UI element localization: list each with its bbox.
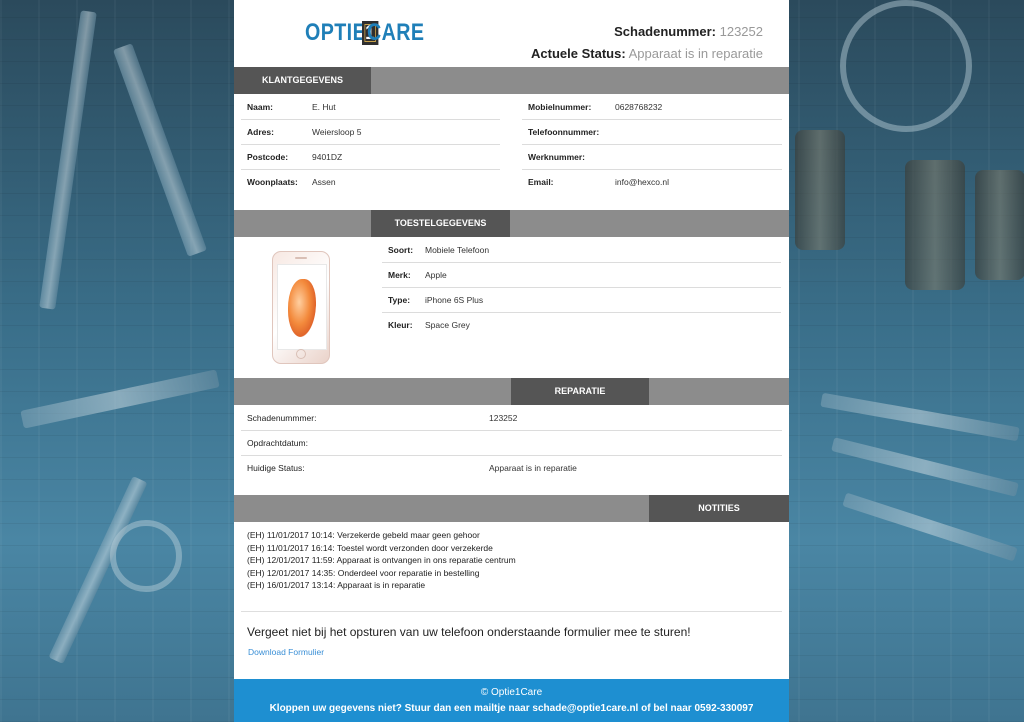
field-label: Email: (528, 176, 554, 187)
field-label: Kleur: (388, 319, 413, 330)
field-label: Mobielnummer: (528, 101, 592, 112)
field-label: Werknummer: (528, 151, 585, 162)
note-item: (EH) 12/01/2017 11:59: Apparaat is ontva… (247, 555, 516, 566)
field-label: Huidige Status: (247, 462, 305, 473)
notes-list: (EH) 11/01/2017 10:14: Verzekerde gebeld… (247, 529, 516, 592)
device-row-color: Kleur: Space Grey (382, 312, 781, 337)
field-value: iPhone 6S Plus (425, 294, 484, 305)
chisel-handle-shape (905, 160, 965, 290)
section-title-toestelgegevens: TOESTELGEGEVENS (371, 210, 510, 237)
device-image (272, 251, 330, 364)
field-value: info@hexco.nl (615, 176, 669, 187)
chisel-handle-shape (795, 130, 845, 250)
device-camera (295, 257, 307, 259)
form-reminder-text: Vergeet niet bij het opsturen van uw tel… (247, 625, 691, 639)
damage-number-label: Schadenummer: (614, 24, 716, 39)
field-value: 0628768232 (615, 101, 663, 112)
allen-key-shape (820, 392, 1020, 442)
footer-contact-middle: of bel naar (641, 703, 692, 714)
current-status-value: Apparaat is in reparatie (628, 46, 763, 61)
field-label: Schadenummmer: (247, 412, 317, 423)
optie1care-logo: OPTIE 1 CARE (305, 18, 437, 48)
section-bar-notities: NOTITIES (234, 495, 789, 522)
footer-copyright: © Optie1Care (480, 687, 543, 698)
damage-number-line: Schadenummer: 123252 (531, 21, 763, 43)
note-item: (EH) 16/01/2017 13:14: Apparaat is in re… (247, 580, 426, 591)
repair-row-current-status: Huidige Status: Apparaat is in reparatie (241, 455, 782, 480)
footer-contact-line: Kloppen uw gegevens niet? Stuur dan een … (234, 703, 789, 714)
field-value: Space Grey (425, 319, 470, 330)
field-label: Woonplaats: (247, 176, 298, 187)
field-label: Naam: (247, 101, 273, 112)
info-row-address: Adres: Weiersloop 5 (241, 119, 500, 145)
divider (241, 611, 782, 612)
device-screen (277, 264, 327, 350)
footer: © Optie1Care Kloppen uw gegevens niet? S… (234, 679, 789, 722)
field-label: Adres: (247, 126, 274, 137)
info-row-phone: Telefoonnummer: (522, 119, 782, 145)
square-ruler-shape (20, 369, 220, 429)
header-summary: Schadenummer: 123252 Actuele Status: App… (531, 21, 763, 65)
info-row-postcode: Postcode: 9401DZ (241, 144, 500, 170)
note-item: (EH) 11/01/2017 16:14: Toestel wordt ver… (247, 542, 493, 553)
field-label: Type: (388, 294, 411, 305)
field-value: Mobiele Telefoon (425, 244, 490, 255)
allen-key-shape (831, 437, 1019, 497)
wheel-shape (840, 0, 972, 132)
download-form-link[interactable]: Download Formulier (248, 647, 324, 657)
field-value: E. Hut (312, 101, 336, 112)
repair-row-damage-number: Schadenummmer: 123252 (241, 405, 782, 431)
device-row-kind: Soort: Mobiele Telefoon (382, 237, 781, 263)
section-title-reparatie: REPARATIE (511, 378, 649, 405)
field-value: 123252 (489, 412, 518, 423)
field-value: Apparaat is in reparatie (489, 462, 577, 473)
damage-report-panel: OPTIE 1 CARE Schadenummer: 123252 Actuel… (234, 0, 789, 722)
field-label: Postcode: (247, 151, 289, 162)
section-bar-klantgegevens: KLANTGEGEVENS (234, 67, 789, 94)
info-row-name: Naam: E. Hut (241, 94, 500, 120)
footer-phone-number: 0592-330097 (694, 703, 754, 714)
repair-row-order-date: Opdrachtdatum: (241, 430, 782, 456)
field-label: Opdrachtdatum: (247, 437, 308, 448)
current-status-line: Actuele Status: Apparaat is in reparatie (531, 43, 763, 65)
field-label: Telefoonnummer: (528, 126, 600, 137)
logo-text-right: CARE (367, 19, 425, 46)
section-title-notities: NOTITIES (649, 495, 789, 522)
allen-key-shape (842, 492, 1018, 562)
footer-contact-prefix: Kloppen uw gegevens niet? Stuur dan een … (269, 703, 530, 714)
info-row-work-number: Werknummer: (522, 144, 782, 170)
section-bar-toestelgegevens: TOESTELGEGEVENS (234, 210, 789, 237)
info-row-mobile: Mobielnummer: 0628768232 (522, 94, 782, 120)
device-row-brand: Merk: Apple (382, 262, 781, 288)
ring-shape (110, 520, 182, 592)
damage-number-value: 123252 (719, 24, 763, 39)
field-label: Soort: (388, 244, 414, 255)
screwdriver-shape (39, 10, 97, 310)
field-value: Assen (312, 176, 336, 187)
device-home-button (296, 349, 306, 359)
field-value: Apple (425, 269, 447, 280)
device-row-type: Type: iPhone 6S Plus (382, 287, 781, 313)
footer-email-link[interactable]: schade@optie1care.nl (532, 703, 638, 714)
section-title-klantgegevens: KLANTGEGEVENS (234, 67, 371, 94)
note-item: (EH) 12/01/2017 14:35: Onderdeel voor re… (247, 567, 480, 578)
current-status-label: Actuele Status: (531, 46, 626, 61)
field-value: Weiersloop 5 (312, 126, 362, 137)
wallpaper-fish (288, 279, 316, 337)
field-label: Merk: (388, 269, 411, 280)
field-value: 9401DZ (312, 151, 343, 162)
note-item: (EH) 11/01/2017 10:14: Verzekerde gebeld… (247, 530, 480, 540)
info-row-city: Woonplaats: Assen (241, 169, 500, 194)
chisel-handle-shape (975, 170, 1024, 280)
info-row-email: Email: info@hexco.nl (522, 169, 782, 194)
section-bar-reparatie: REPARATIE (234, 378, 789, 405)
wrench-shape (112, 43, 208, 257)
logo-text-left: OPTIE (305, 19, 367, 46)
